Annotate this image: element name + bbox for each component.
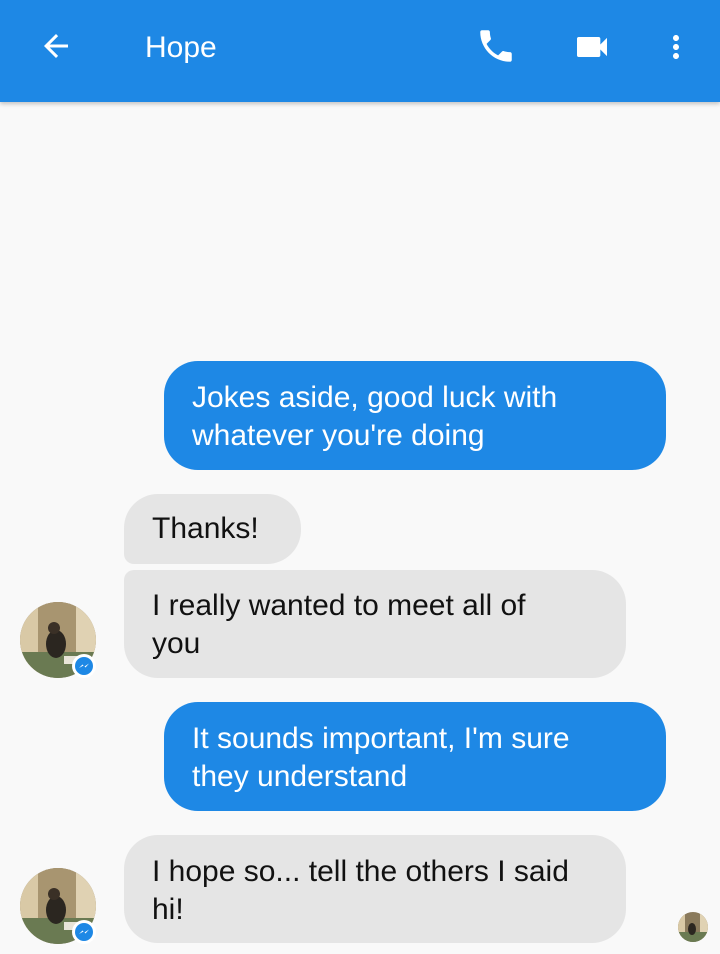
app-bar: Hope [0,0,720,102]
messenger-icon [75,657,93,675]
outgoing-message[interactable]: Jokes aside, good luck with whatever you… [164,361,666,470]
more-options-button[interactable] [652,22,700,72]
incoming-message[interactable]: Thanks! [124,494,301,564]
more-vert-icon [673,35,679,59]
back-arrow-icon [44,34,68,58]
contact-avatar[interactable] [20,868,96,944]
incoming-message[interactable]: I really wanted to meet all of you [124,570,626,678]
messenger-icon [75,923,93,941]
messenger-badge [72,654,96,678]
contact-avatar[interactable] [20,602,96,678]
messenger-badge [72,920,96,944]
video-camera-icon [577,37,607,57]
phone-icon [480,30,512,62]
incoming-message[interactable]: I hope so... tell the others I said hi! [124,835,626,943]
outgoing-message[interactable]: It sounds important, I'm sure they under… [164,702,666,811]
voice-call-button[interactable] [468,20,524,72]
conversation-title: Hope [145,31,217,64]
video-call-button[interactable] [564,24,620,70]
chat-screen: Hope Jokes aside, good luck with whateve… [0,0,720,954]
seen-indicator-avatar [678,912,708,942]
back-button[interactable] [28,22,84,70]
